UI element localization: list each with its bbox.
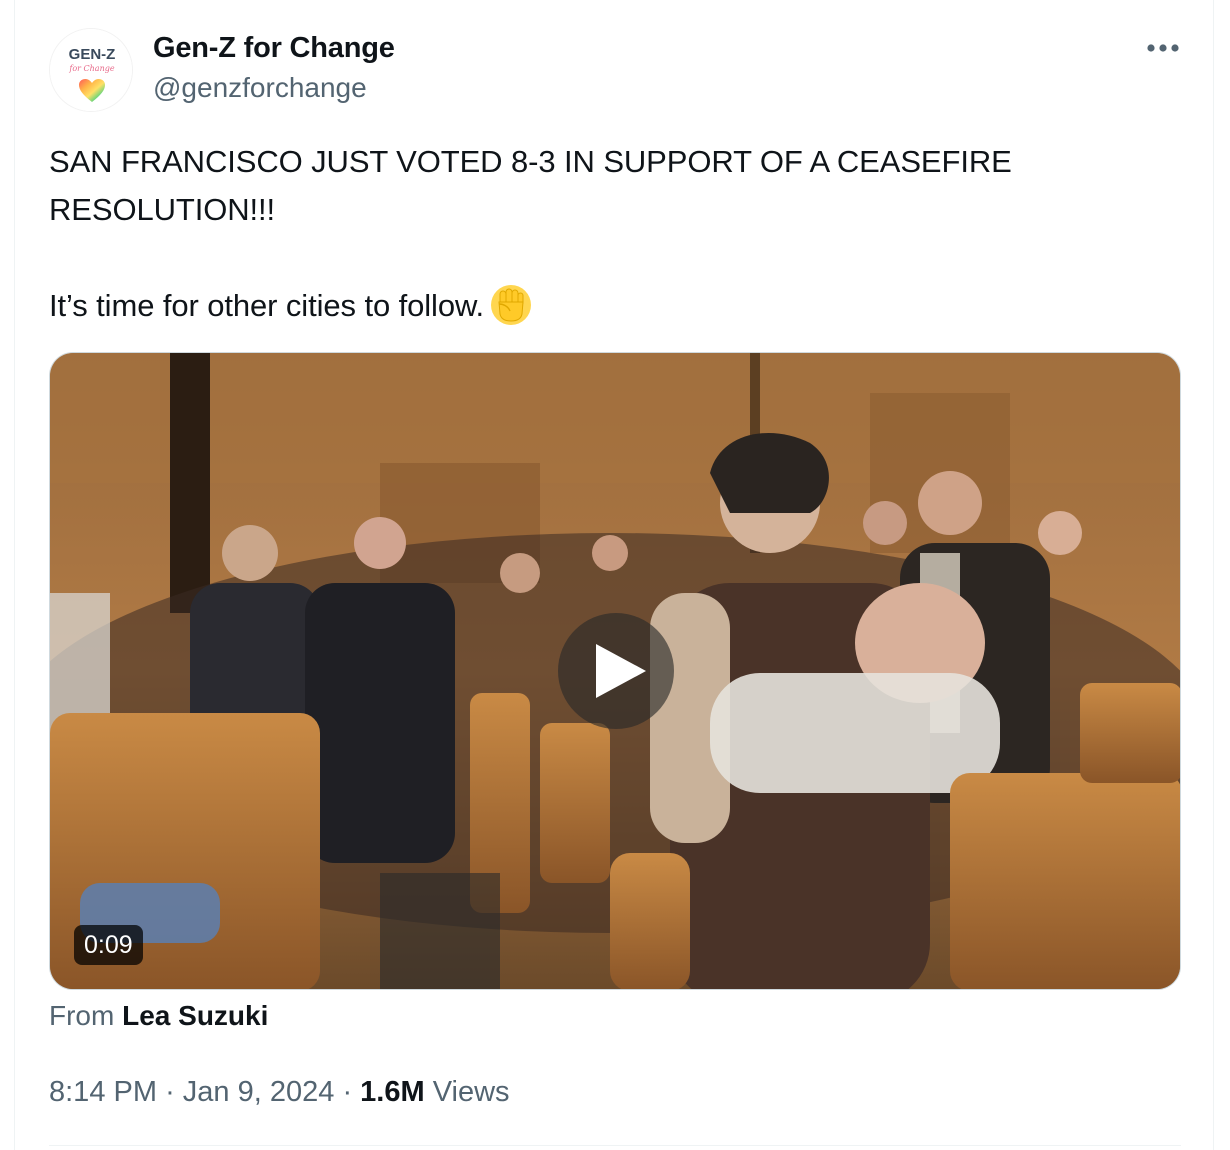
tweet-time[interactable]: 8:14 PM	[49, 1076, 157, 1108]
display-name[interactable]: Gen-Z for Change	[153, 32, 395, 65]
tweet-metadata: 8:14 PM · Jan 9, 2024 · 1.6M Views	[49, 1076, 510, 1109]
play-icon	[596, 644, 646, 698]
tweet-text-line-2: It’s time for other cities to follow.	[49, 282, 1179, 330]
video-player[interactable]: 0:09	[49, 352, 1181, 990]
video-duration-badge: 0:09	[74, 925, 143, 965]
media-attribution-author[interactable]: Lea Suzuki	[122, 1000, 268, 1031]
views-count: 1.6M	[360, 1076, 425, 1108]
avatar-logo-script: for Change	[68, 64, 114, 73]
user-handle[interactable]: @genzforchange	[153, 72, 367, 104]
tweet-card: GEN-Z for Change Gen-Z for Change @genzf…	[14, 0, 1214, 1150]
media-attribution-label: From	[49, 1000, 115, 1031]
raised-fist-icon	[491, 285, 532, 325]
meta-separator-1: ·	[165, 1076, 175, 1108]
divider	[49, 1145, 1181, 1146]
tweet-date[interactable]: Jan 9, 2024	[183, 1076, 335, 1108]
tweet-text: SAN FRANCISCO JUST VOTED 8-3 IN SUPPORT …	[49, 138, 1179, 330]
play-button[interactable]	[558, 613, 674, 729]
media-attribution: From Lea Suzuki	[49, 1000, 268, 1032]
tweet-text-line-1: SAN FRANCISCO JUST VOTED 8-3 IN SUPPORT …	[49, 144, 1012, 227]
views-label: Views	[432, 1076, 510, 1108]
meta-separator-2: ·	[342, 1076, 353, 1108]
more-horizontal-icon	[1147, 44, 1179, 52]
avatar-logo: GEN-Z for Change	[50, 29, 132, 111]
tweet-text-line-2-content: It’s time for other cities to follow.	[49, 288, 485, 323]
more-options-button[interactable]	[1135, 28, 1191, 68]
avatar[interactable]: GEN-Z for Change	[49, 28, 133, 112]
avatar-logo-text: GEN-Z	[69, 46, 116, 63]
